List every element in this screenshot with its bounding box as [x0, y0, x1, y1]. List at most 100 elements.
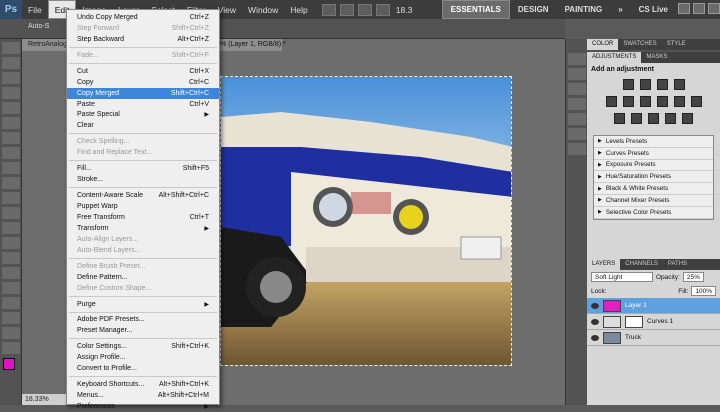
- menu-item-define-brush-preset[interactable]: Define Brush Preset...: [67, 261, 219, 272]
- threshold-icon[interactable]: [648, 113, 659, 124]
- pen-tool-icon[interactable]: [2, 252, 20, 264]
- shape-tool-icon[interactable]: [2, 297, 20, 309]
- tab-paths[interactable]: PATHS: [663, 259, 692, 270]
- invert-icon[interactable]: [614, 113, 625, 124]
- opacity-input[interactable]: 25%: [682, 272, 704, 282]
- clone-source-icon[interactable]: [568, 98, 586, 110]
- fill-input[interactable]: 100%: [691, 286, 716, 296]
- cs-live-button[interactable]: CS Live: [631, 0, 676, 19]
- eraser-tool-icon[interactable]: [2, 192, 20, 204]
- menu-item-copy[interactable]: Copy Ctrl+C: [67, 77, 219, 88]
- preset-levels[interactable]: ▶ Levels Presets: [594, 136, 713, 148]
- menu-item-paste[interactable]: Paste Ctrl+V: [67, 99, 219, 110]
- tab-swatches[interactable]: SWATCHES: [618, 39, 661, 50]
- visibility-eye-icon[interactable]: [591, 302, 599, 309]
- layer-row[interactable]: Layer 1: [587, 298, 720, 314]
- preset-channel-mixer[interactable]: ▶ Channel Mixer Presets: [594, 195, 713, 207]
- actions-panel-icon[interactable]: [568, 68, 586, 80]
- menu-item-check-spelling[interactable]: Check Spelling...: [67, 136, 219, 147]
- visibility-eye-icon[interactable]: [591, 334, 599, 341]
- hue-saturation-icon[interactable]: [622, 96, 634, 107]
- menu-item-step-backward[interactable]: Step Backward Alt+Ctrl+Z: [67, 34, 219, 45]
- menu-item-copy-merged[interactable]: Copy Merged Shift+Ctrl+C: [67, 87, 219, 99]
- workspace-painting[interactable]: PAINTING: [557, 0, 611, 19]
- workspace-design[interactable]: DESIGN: [510, 0, 557, 19]
- 3d-rotate-tool-icon[interactable]: [2, 312, 20, 324]
- menu-item-auto-align-layers[interactable]: Auto-Align Layers...: [67, 234, 219, 245]
- menu-item-paste-special[interactable]: Paste Special ▶: [67, 110, 219, 121]
- zoom-tool-icon[interactable]: [2, 342, 20, 354]
- hand-icon[interactable]: [375, 3, 390, 16]
- menu-item-keyboard-shortcuts[interactable]: Keyboard Shortcuts... Alt+Shift+Ctrl+K: [67, 379, 219, 390]
- channel-mixer-icon[interactable]: [690, 96, 702, 107]
- exposure-icon[interactable]: [673, 79, 685, 90]
- clone-stamp-tool-icon[interactable]: [2, 162, 20, 174]
- brush-panel-icon[interactable]: [568, 83, 586, 95]
- levels-icon[interactable]: [639, 79, 651, 90]
- selective-color-icon[interactable]: [682, 113, 693, 124]
- bridge-icon[interactable]: [321, 3, 336, 16]
- path-select-tool-icon[interactable]: [2, 282, 20, 294]
- tab-channels[interactable]: CHANNELS: [620, 259, 663, 270]
- menu-item-clear[interactable]: Clear: [67, 120, 219, 131]
- healing-tool-icon[interactable]: [2, 132, 20, 144]
- menu-item-define-pattern[interactable]: Define Pattern...: [67, 272, 219, 283]
- menu-item-assign-profile[interactable]: Assign Profile...: [67, 352, 219, 363]
- quick-select-tool-icon[interactable]: [2, 87, 20, 99]
- gradient-tool-icon[interactable]: [2, 207, 20, 219]
- layer-row[interactable]: Truck: [587, 330, 720, 346]
- menu-item-fill[interactable]: Fill... Shift+F5: [67, 163, 219, 174]
- zoom-level[interactable]: 18.3: [390, 0, 419, 19]
- 3d-panel-icon[interactable]: [568, 143, 586, 155]
- move-tool-icon[interactable]: [2, 42, 20, 54]
- menu-item-preferences[interactable]: Preferences ▶: [67, 401, 219, 412]
- workspace-essentials[interactable]: ESSENTIALS: [441, 0, 510, 19]
- preset-curves[interactable]: ▶ Curves Presets: [594, 148, 713, 160]
- mini-bridge-icon[interactable]: [339, 3, 354, 16]
- menu-item-adobe-pdf-presets[interactable]: Adobe PDF Presets...: [67, 315, 219, 326]
- grid-icon[interactable]: [357, 3, 372, 16]
- menu-item-auto-blend-layers[interactable]: Auto-Blend Layers...: [67, 245, 219, 256]
- type-tool-icon[interactable]: [2, 267, 20, 279]
- hand-tool-icon[interactable]: [2, 327, 20, 339]
- crop-tool-icon[interactable]: [2, 102, 20, 114]
- brush-tool-icon[interactable]: [2, 147, 20, 159]
- preset-selective-color[interactable]: ▶ Selective Color Presets: [594, 207, 713, 219]
- preset-black-white[interactable]: ▶ Black & White Presets: [594, 183, 713, 195]
- curves-icon[interactable]: [656, 79, 668, 90]
- menu-item-undo-copy-merged[interactable]: Undo Copy Merged Ctrl+Z: [67, 12, 219, 23]
- menu-item-fade[interactable]: Fade... Shift+Ctrl+F: [67, 50, 219, 61]
- auto-select-label[interactable]: Auto-S: [28, 23, 49, 30]
- tab-layers[interactable]: LAYERS: [587, 259, 621, 270]
- menu-help[interactable]: Help: [284, 0, 313, 19]
- black-white-icon[interactable]: [656, 96, 668, 107]
- menu-item-cut[interactable]: Cut Ctrl+X: [67, 66, 219, 77]
- menu-item-step-forward[interactable]: Step Forward Shift+Ctrl+Z: [67, 23, 219, 34]
- vibrance-icon[interactable]: [605, 96, 617, 107]
- minimize-icon[interactable]: [678, 3, 690, 14]
- menu-item-menus[interactable]: Menus... Alt+Shift+Ctrl+M: [67, 390, 219, 401]
- blend-mode-select[interactable]: Soft Light: [591, 272, 653, 282]
- maximize-icon[interactable]: [693, 3, 705, 14]
- foreground-color[interactable]: [3, 358, 15, 370]
- menu-item-stroke[interactable]: Stroke...: [67, 174, 219, 185]
- history-panel-icon[interactable]: [568, 53, 586, 65]
- menu-item-puppet-warp[interactable]: Puppet Warp: [67, 201, 219, 212]
- tab-masks[interactable]: MASKS: [641, 52, 672, 63]
- tab-styles[interactable]: STYLE: [662, 39, 691, 50]
- menu-item-content-aware-scale[interactable]: Content-Aware Scale Alt+Shift+Ctrl+C: [67, 190, 219, 201]
- menu-item-color-settings[interactable]: Color Settings... Shift+Ctrl+K: [67, 341, 219, 352]
- character-panel-icon[interactable]: [568, 113, 586, 125]
- menu-file[interactable]: File: [22, 0, 48, 19]
- brightness-icon[interactable]: [622, 79, 634, 90]
- menu-item-transform[interactable]: Transform ▶: [67, 223, 219, 234]
- tab-color[interactable]: COLOR: [587, 39, 619, 50]
- photo-filter-icon[interactable]: [673, 96, 685, 107]
- history-brush-tool-icon[interactable]: [2, 177, 20, 189]
- visibility-eye-icon[interactable]: [591, 318, 599, 325]
- tab-adjustments[interactable]: ADJUSTMENTS: [587, 52, 642, 63]
- blur-tool-icon[interactable]: [2, 222, 20, 234]
- menu-item-find-and-replace-text[interactable]: Find and Replace Text...: [67, 147, 219, 158]
- menu-item-convert-to-profile[interactable]: Convert to Profile...: [67, 363, 219, 374]
- layer-row[interactable]: Curves 1: [587, 314, 720, 330]
